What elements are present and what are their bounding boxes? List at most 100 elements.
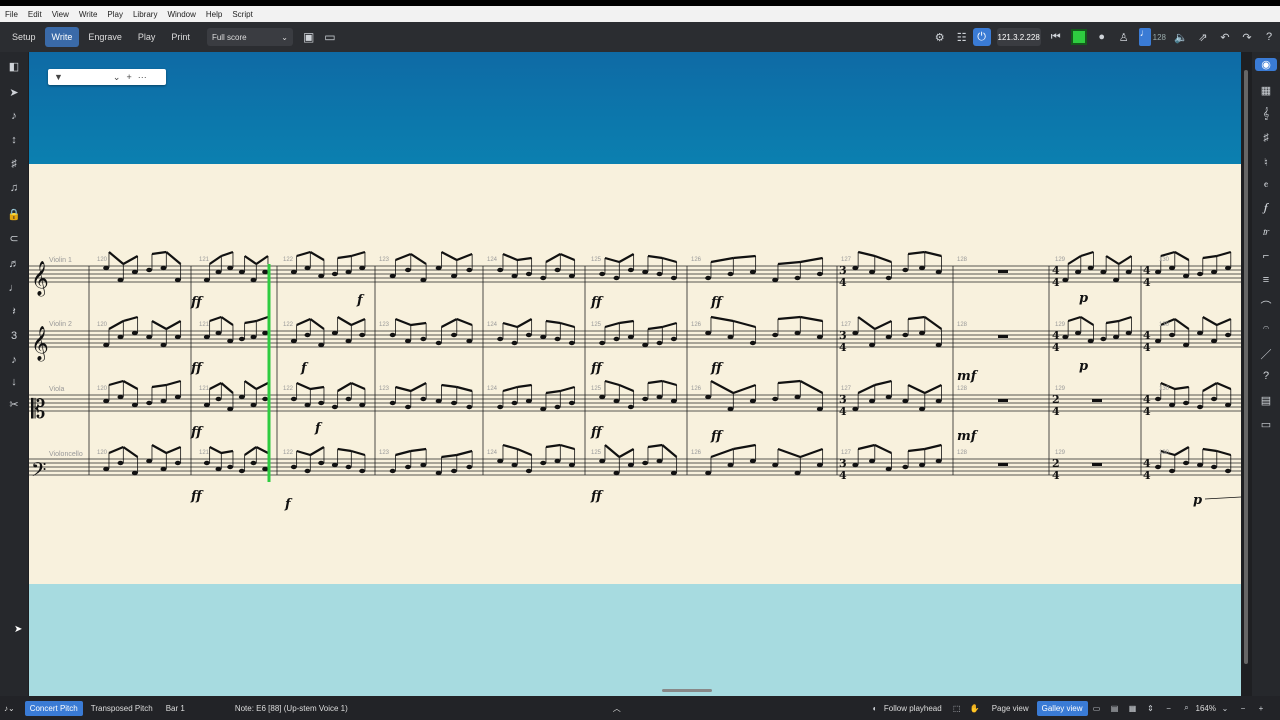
horizontal-scrollbar[interactable] — [662, 689, 712, 692]
mode-print[interactable]: Print — [164, 27, 197, 47]
zoom-in-icon[interactable]: + — [1252, 704, 1270, 713]
page-arrangement-icon[interactable]: ▣ — [303, 30, 314, 44]
slash-icon[interactable]: ♪ — [0, 354, 28, 366]
rewind-icon[interactable]: ⏮ — [1045, 31, 1067, 44]
chord-icon[interactable]: ♯ — [0, 158, 28, 170]
clef-icon[interactable]: 𝄞 — [1252, 108, 1280, 121]
lock-icon[interactable]: 🔒 — [0, 208, 28, 221]
playing-technique-icon[interactable]: ? — [1252, 370, 1280, 382]
vertical-scrollbar[interactable] — [1244, 70, 1248, 664]
dynamics-icon[interactable]: 𝆑 — [1252, 202, 1280, 215]
mode-play[interactable]: Play — [131, 27, 163, 47]
zoom-out-icon[interactable]: − — [1160, 704, 1178, 713]
grace-icon[interactable]: ♫ — [0, 182, 28, 194]
note-beam — [560, 385, 575, 393]
note-input-icon[interactable]: ♪⌄ — [4, 704, 15, 713]
mode-setup[interactable]: Setup — [5, 27, 43, 47]
panel-toggle-icon[interactable]: ◧ — [0, 60, 28, 73]
note-beam — [255, 315, 269, 323]
note-beam — [255, 255, 269, 265]
note-beam — [1216, 317, 1232, 327]
notehead — [540, 460, 547, 466]
line-icon[interactable]: ／ — [1252, 346, 1280, 362]
window-icon[interactable]: ▭ — [324, 30, 335, 44]
cross-staff-icon[interactable]: ↓ — [0, 376, 28, 388]
triplet-icon[interactable]: 3 — [0, 330, 28, 342]
hand-tool-icon[interactable]: ✋ — [966, 704, 984, 713]
menu-edit[interactable]: Edit — [23, 10, 47, 19]
select-tool-icon[interactable]: ➤ — [0, 86, 28, 99]
grid-icon[interactable]: ▦ — [1124, 704, 1142, 713]
layout-selector[interactable]: Full score ⌄ — [206, 28, 293, 46]
zoom-value[interactable]: 164% — [1196, 704, 1216, 713]
menu-write[interactable]: Write — [74, 10, 103, 19]
rest-icon[interactable]: 𝄽 — [0, 306, 28, 319]
spread-icon[interactable]: ▭ — [1088, 704, 1106, 713]
tuplet-icon[interactable]: ♬ — [0, 258, 28, 270]
note-input-icon[interactable]: ♪ — [0, 110, 28, 122]
keyboard-icon[interactable]: ▦ — [1252, 84, 1280, 97]
scissors-icon[interactable]: ✂ — [0, 398, 28, 411]
caret-up-icon[interactable]: ︿ — [613, 703, 621, 714]
notehead — [568, 273, 575, 279]
insert-icon[interactable]: ↕ — [0, 134, 28, 146]
menu-play[interactable]: Play — [102, 10, 128, 19]
mixer-settings-icon[interactable]: ⚙ — [929, 31, 951, 44]
page-view-button[interactable]: Page view — [987, 701, 1034, 716]
note-beam — [502, 443, 518, 451]
zoom-icon[interactable]: ⌕ — [1178, 703, 1196, 713]
fit-icon[interactable]: ⇕ — [1142, 704, 1160, 713]
time-signature-icon[interactable]: 𝄴 — [1252, 180, 1280, 193]
record-icon[interactable]: ● — [1091, 31, 1113, 43]
slur-icon[interactable]: ⌒ — [1252, 298, 1280, 314]
single-page-icon[interactable]: ▤ — [1106, 704, 1124, 713]
fermata-icon[interactable]: 𝄐 — [1252, 322, 1280, 335]
score-systems[interactable]: Violin 1 Violin 2 Viola Violoncello 1201… — [29, 52, 1241, 696]
key-signature-icon[interactable]: ♯ — [1252, 132, 1280, 144]
mixer-icon[interactable]: ☷ — [951, 31, 973, 44]
menu-script[interactable]: Script — [227, 10, 257, 19]
redo-icon[interactable]: ↷ — [1236, 31, 1258, 44]
note-icon[interactable]: ♩ — [0, 282, 28, 294]
menu-file[interactable]: File — [0, 10, 23, 19]
volume-icon[interactable]: 🔈 — [1170, 31, 1192, 44]
tremolo-icon[interactable]: ≡ — [1252, 274, 1280, 286]
menu-window[interactable]: Window — [162, 10, 200, 19]
mode-write[interactable]: Write — [44, 27, 80, 47]
film-icon[interactable]: ▤ — [1252, 394, 1280, 407]
notehead — [331, 462, 338, 468]
play-indicator-icon[interactable] — [1070, 29, 1087, 45]
toolbar: Setup Write Engrave Play Print Full scor… — [0, 22, 1280, 52]
repeat-icon[interactable]: ⌐ — [1252, 250, 1280, 262]
menu-view[interactable]: View — [47, 10, 74, 19]
transposed-pitch-toggle[interactable]: Transposed Pitch — [86, 701, 158, 716]
tie-icon[interactable]: ⊂ — [0, 232, 28, 245]
help-icon[interactable]: ? — [1258, 31, 1280, 43]
note-beam — [516, 318, 533, 328]
power-icon[interactable]: ⏻ — [972, 28, 991, 46]
zoom-out-icon[interactable]: − — [1234, 704, 1252, 713]
metronome-icon[interactable]: ♙ — [1113, 31, 1135, 44]
comment-icon[interactable]: ▭ — [1252, 418, 1280, 431]
menu-library[interactable]: Library — [128, 10, 162, 19]
notehead — [705, 470, 712, 476]
ornaments-icon[interactable]: 𝆖 — [1252, 226, 1280, 239]
mode-engrave[interactable]: Engrave — [81, 27, 129, 47]
chevron-down-icon[interactable]: ⌄ — [1216, 704, 1234, 713]
follow-toggle-icon[interactable]: ◐ — [866, 704, 884, 713]
bar-number: 125 — [591, 450, 602, 456]
time-sig-bottom: 4 — [839, 469, 847, 482]
accidental-icon[interactable]: ♮ — [1252, 156, 1280, 169]
undo-icon[interactable]: ↶ — [1214, 31, 1236, 44]
external-icon[interactable]: ⇗ — [1192, 31, 1214, 44]
notehead — [131, 402, 138, 408]
notehead — [405, 464, 411, 470]
follow-playhead-label[interactable]: Follow playhead — [884, 704, 942, 713]
galley-view-button[interactable]: Galley view — [1036, 700, 1088, 716]
note-input-icon[interactable]: ♩ — [1138, 28, 1151, 46]
notehead — [160, 342, 167, 348]
palette-icon[interactable]: ◉ — [1255, 58, 1277, 71]
concert-pitch-toggle[interactable]: Concert Pitch — [24, 700, 83, 716]
menu-help[interactable]: Help — [201, 10, 227, 19]
select-frame-icon[interactable]: ⬚ — [948, 704, 966, 713]
